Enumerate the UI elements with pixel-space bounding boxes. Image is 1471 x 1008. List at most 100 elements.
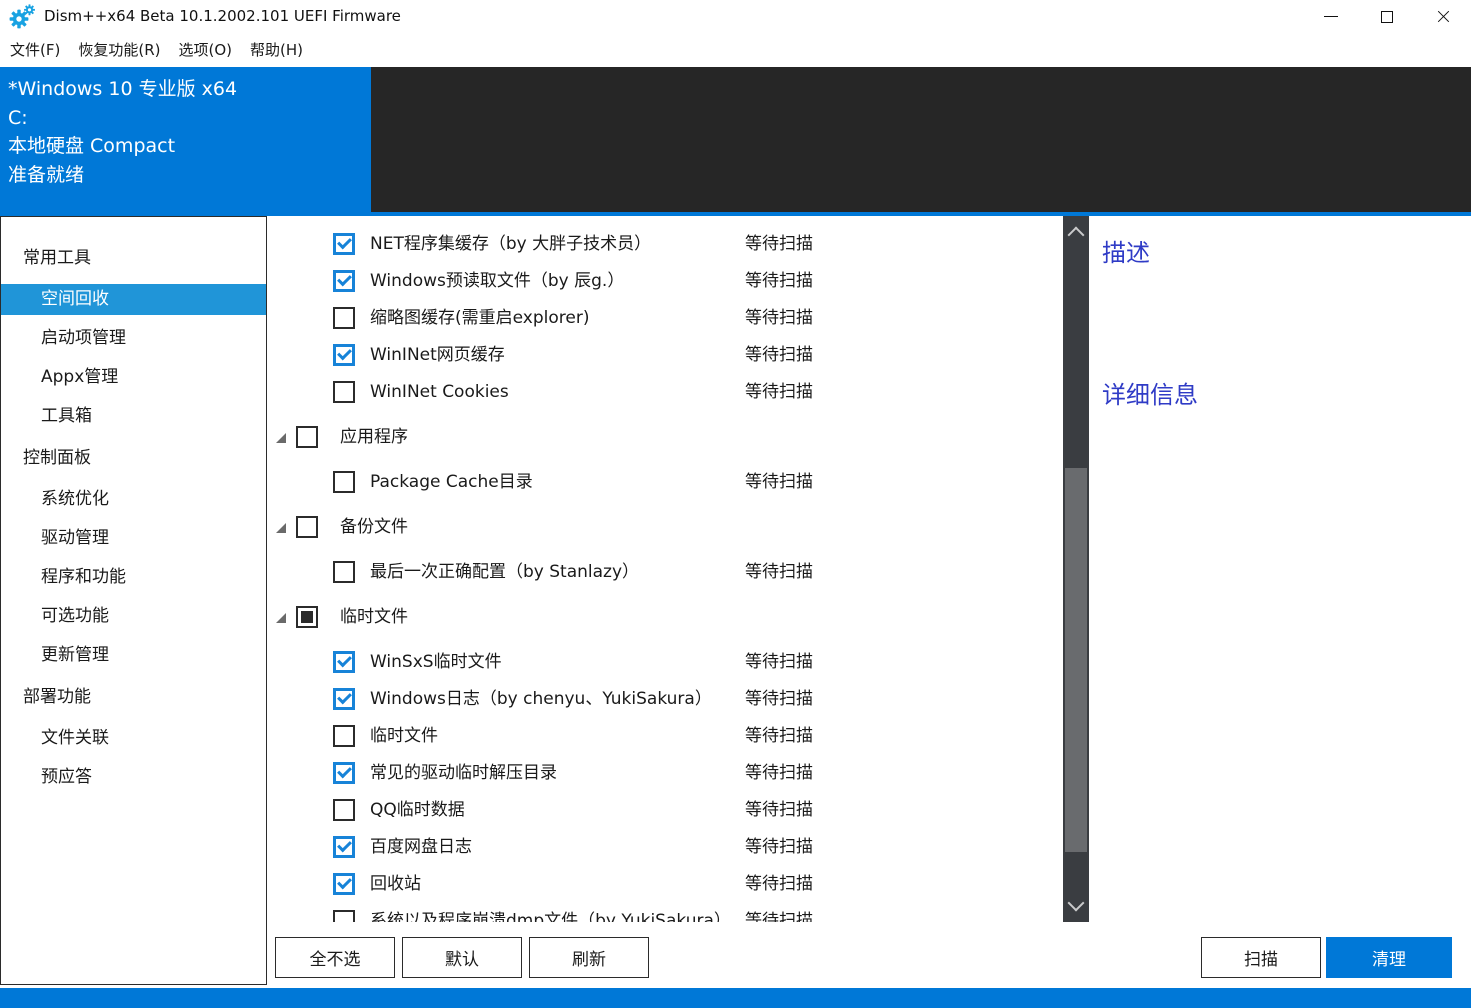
maximize-button[interactable] — [1359, 0, 1415, 33]
cleanup-item-label: Package Cache目录 — [370, 464, 533, 501]
cleanup-item-label: QQ临时数据 — [370, 792, 465, 829]
cleanup-item-row[interactable]: 系统以及程序崩溃dmp文件（by YukiSakura）等待扫描 — [267, 903, 1063, 922]
menu-item-0[interactable]: 文件(F) — [1, 33, 69, 67]
cleanup-item-row[interactable]: Windows预读取文件（by 辰g.）等待扫描 — [267, 263, 1063, 300]
cleanup-item-label: 临时文件 — [340, 599, 408, 636]
cleanup-item-row[interactable]: QQ临时数据等待扫描 — [267, 792, 1063, 829]
cleanup-item-label: 百度网盘日志 — [370, 829, 472, 866]
sidebar-nav: 常用工具空间回收启动项管理Appx管理工具箱控制面板系统优化驱动管理程序和功能可… — [0, 216, 267, 985]
vertical-scrollbar[interactable] — [1063, 216, 1089, 922]
close-button[interactable] — [1415, 0, 1471, 33]
sidebar-item-label: 启动项管理 — [1, 323, 266, 354]
cleanup-item-label: WinINet网页缓存 — [370, 337, 505, 374]
app-gear-icon — [9, 4, 35, 30]
cleanup-item-label: 最后一次正确配置（by Stanlazy） — [370, 554, 639, 591]
sidebar-item-label: 工具箱 — [1, 401, 266, 432]
tree-expander-icon[interactable] — [276, 613, 286, 623]
sidebar-item-label: Appx管理 — [1, 362, 266, 393]
scan-status: 等待扫描 — [745, 755, 813, 792]
sidebar-item-label: 程序和功能 — [1, 562, 266, 593]
cleanup-item-label: WinINet Cookies — [370, 374, 509, 411]
checkbox-checked[interactable] — [333, 344, 355, 366]
checkbox-indeterminate[interactable] — [296, 606, 318, 628]
sidebar-item-2[interactable]: 启动项管理 — [1, 319, 266, 358]
cleanup-item-row[interactable]: NET程序集缓存（by 大胖子技术员）等待扫描 — [267, 226, 1063, 263]
menu-item-2[interactable]: 选项(O) — [169, 33, 241, 67]
cleanup-item-row[interactable]: 最后一次正确配置（by Stanlazy）等待扫描 — [267, 554, 1063, 591]
checkbox-unchecked[interactable] — [333, 471, 355, 493]
checkbox-unchecked[interactable] — [296, 426, 318, 448]
checkbox-unchecked[interactable] — [333, 307, 355, 329]
cleanup-group-row[interactable]: 临时文件 — [267, 599, 1063, 636]
cleanup-item-row[interactable]: 百度网盘日志等待扫描 — [267, 829, 1063, 866]
cleanup-group-row[interactable]: 备份文件 — [267, 509, 1063, 546]
checkbox-checked[interactable] — [333, 233, 355, 255]
cleanup-item-row[interactable]: WinINet网页缓存等待扫描 — [267, 337, 1063, 374]
deselect-all-button[interactable]: 全不选 — [275, 937, 395, 978]
checkbox-unchecked[interactable] — [333, 381, 355, 403]
checkbox-checked[interactable] — [333, 688, 355, 710]
image-banner[interactable]: *Windows 10 专业版 x64C:本地硬盘 Compact准备就绪 — [0, 67, 1471, 216]
minimize-button[interactable] — [1303, 0, 1359, 33]
cleanup-item-row[interactable]: WinINet Cookies等待扫描 — [267, 374, 1063, 411]
cleanup-item-row[interactable]: WinSxS临时文件 等待扫描 — [267, 644, 1063, 681]
cleanup-item-label: WinSxS临时文件 — [370, 644, 502, 681]
menu-item-1[interactable]: 恢复功能(R) — [69, 33, 169, 67]
sidebar-item-7[interactable]: 驱动管理 — [1, 519, 266, 558]
details-heading: 详细信息 — [1102, 375, 1198, 410]
sidebar-item-8[interactable]: 程序和功能 — [1, 558, 266, 597]
sidebar-item-10[interactable]: 更新管理 — [1, 636, 266, 675]
sidebar-item-13[interactable]: 预应答 — [1, 758, 266, 797]
scan-status: 等待扫描 — [745, 644, 813, 681]
banner-dark-area — [371, 67, 1471, 212]
menu-bar: 文件(F)恢复功能(R)选项(O)帮助(H) — [0, 33, 1471, 67]
scrollbar-up-icon[interactable] — [1068, 227, 1085, 244]
sidebar-item-9[interactable]: 可选功能 — [1, 597, 266, 636]
scrollbar-thumb[interactable] — [1065, 468, 1087, 852]
checkbox-checked[interactable] — [333, 836, 355, 858]
cleanup-item-row[interactable]: 常见的驱动临时解压目录等待扫描 — [267, 755, 1063, 792]
cleanup-item-label: Windows日志（by chenyu、YukiSakura） — [370, 681, 712, 718]
cleanup-group-row[interactable]: 应用程序 — [267, 419, 1063, 456]
cleanup-item-label: 应用程序 — [340, 419, 408, 456]
cleanup-item-label: NET程序集缓存（by 大胖子技术员） — [370, 226, 651, 263]
clean-button[interactable]: 清理 — [1326, 937, 1452, 978]
cleanup-item-label: 临时文件 — [370, 718, 438, 755]
sidebar-item-label: 驱动管理 — [1, 523, 266, 554]
tree-expander-icon[interactable] — [276, 433, 286, 443]
sidebar-item-3[interactable]: Appx管理 — [1, 358, 266, 397]
menu-item-3[interactable]: 帮助(H) — [241, 33, 312, 67]
checkbox-checked[interactable] — [333, 873, 355, 895]
sidebar-item-label: 文件关联 — [1, 723, 266, 754]
sidebar-item-4[interactable]: 工具箱 — [1, 397, 266, 436]
checkbox-unchecked[interactable] — [333, 561, 355, 583]
refresh-button[interactable]: 刷新 — [529, 937, 649, 978]
sidebar-item-12[interactable]: 文件关联 — [1, 719, 266, 758]
checkbox-unchecked[interactable] — [333, 725, 355, 747]
checkbox-mark — [337, 838, 352, 853]
checkbox-checked[interactable] — [333, 762, 355, 784]
cleanup-item-row[interactable]: Windows日志（by chenyu、YukiSakura）等待扫描 — [267, 681, 1063, 718]
window-title: Dism++x64 Beta 10.1.2002.101 UEFI Firmwa… — [44, 7, 401, 25]
cleanup-item-row[interactable]: 临时文件等待扫描 — [267, 718, 1063, 755]
checkbox-mark — [337, 272, 352, 287]
scan-status: 等待扫描 — [745, 300, 813, 337]
scrollbar-down-icon[interactable] — [1068, 895, 1085, 912]
scan-status: 等待扫描 — [745, 903, 813, 922]
sidebar-item-label: 预应答 — [1, 762, 266, 793]
cleanup-item-row[interactable]: Package Cache目录等待扫描 — [267, 464, 1063, 501]
sidebar-item-6[interactable]: 系统优化 — [1, 480, 266, 519]
cleanup-item-row[interactable]: 缩略图缓存(需重启explorer)等待扫描 — [267, 300, 1063, 337]
default-button[interactable]: 默认 — [402, 937, 522, 978]
checkbox-checked[interactable] — [333, 270, 355, 292]
sidebar-item-1[interactable]: 空间回收 — [1, 280, 266, 319]
checkbox-unchecked[interactable] — [296, 516, 318, 538]
checkbox-checked[interactable] — [333, 651, 355, 673]
checkbox-unchecked[interactable] — [333, 910, 355, 922]
scan-button[interactable]: 扫描 — [1201, 937, 1321, 978]
dism-window: Dism++x64 Beta 10.1.2002.101 UEFI Firmwa… — [0, 0, 1471, 1008]
title-bar: Dism++x64 Beta 10.1.2002.101 UEFI Firmwa… — [0, 0, 1471, 33]
tree-expander-icon[interactable] — [276, 523, 286, 533]
cleanup-item-row[interactable]: 回收站等待扫描 — [267, 866, 1063, 903]
checkbox-unchecked[interactable] — [333, 799, 355, 821]
